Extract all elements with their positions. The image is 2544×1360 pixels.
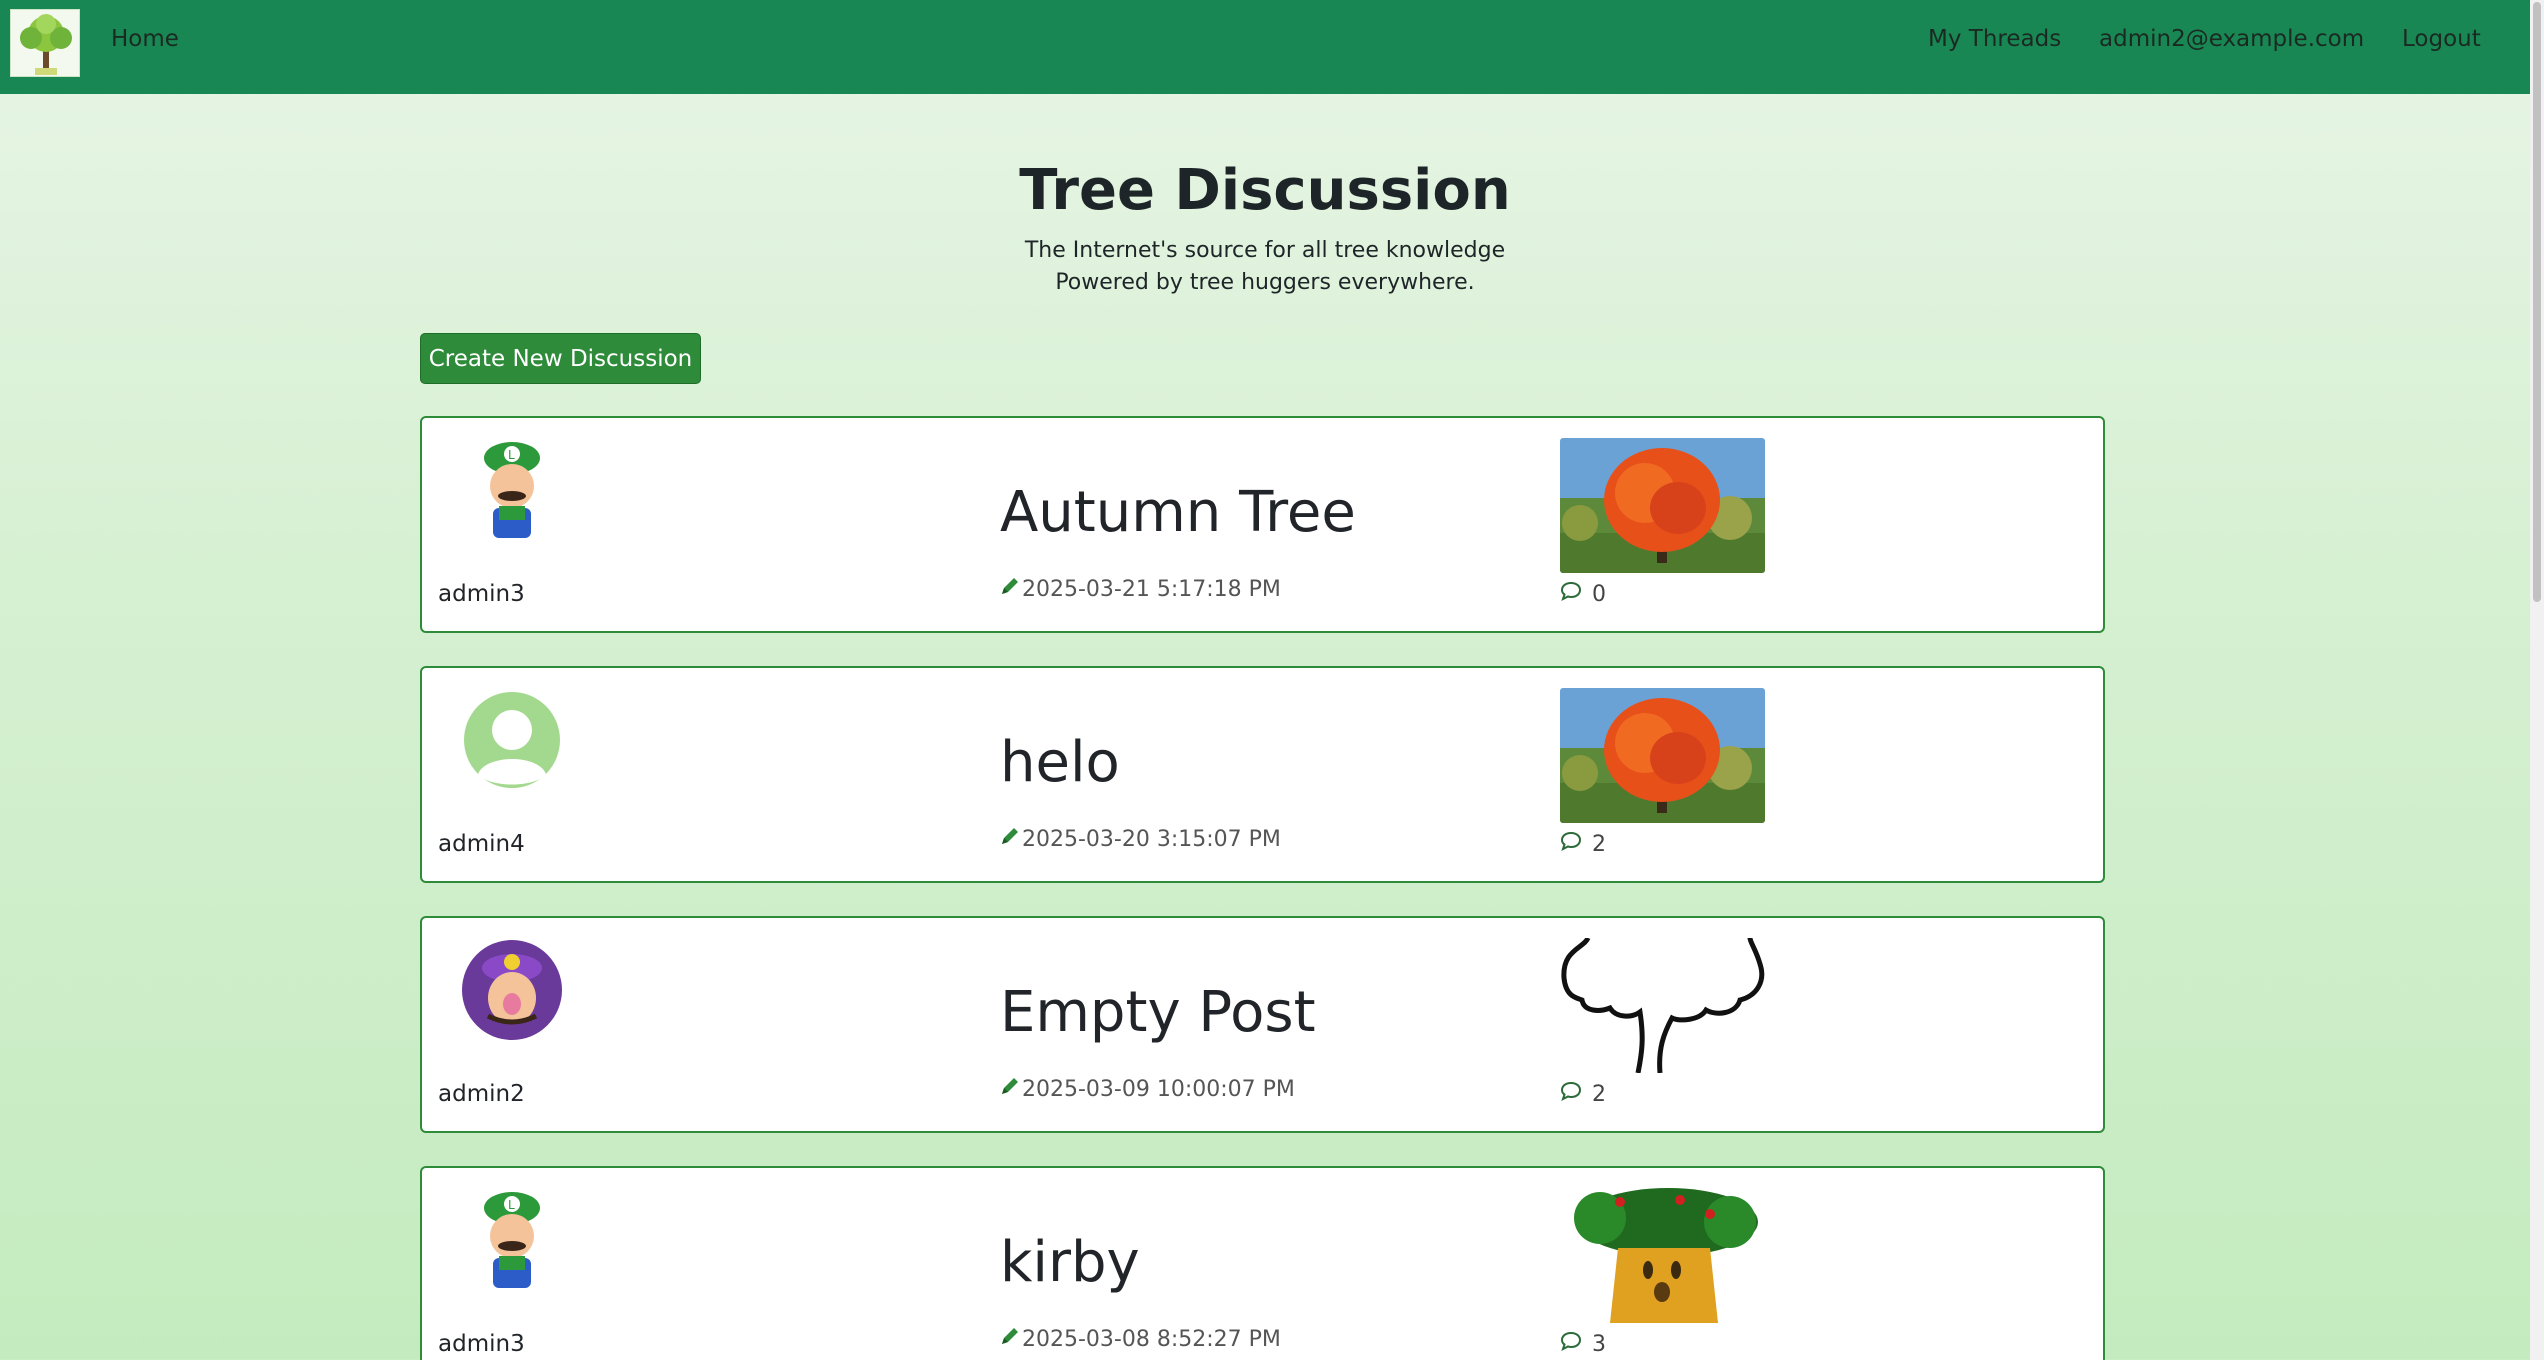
page-scrollbar[interactable]	[2530, 0, 2544, 1360]
thread-title-link[interactable]: helo	[1000, 730, 1120, 795]
thread-card[interactable]: L admin3 Autumn Tree 2025-03-21 5:17:18 …	[420, 416, 2105, 633]
thread-author: admin2	[438, 1081, 525, 1107]
thread-card[interactable]: admin2 Empty Post 2025-03-09 10:00:07 PM…	[420, 916, 2105, 1133]
thread-title-link[interactable]: kirby	[1000, 1230, 1140, 1295]
page-title: Tree Discussion	[1019, 158, 1511, 223]
nav-my-threads-link[interactable]: My Threads	[1928, 26, 2061, 52]
comment-icon	[1560, 831, 1582, 857]
thread-thumbnail-tree-outline[interactable]	[1560, 938, 1765, 1073]
thread-card[interactable]: admin4 helo 2025-03-20 3:15:07 PM 2	[420, 666, 2105, 883]
thread-thumbnail-whispy-woods[interactable]	[1560, 1188, 1765, 1323]
pencil-icon	[1000, 1076, 1020, 1102]
svg-text:L: L	[508, 448, 515, 462]
avatar: L	[460, 1188, 564, 1292]
avatar	[460, 938, 564, 1042]
thread-card[interactable]: L admin3 kirby 2025-03-08 8:52:27 PM 3	[420, 1166, 2105, 1360]
comment-count-value: 3	[1592, 1331, 1606, 1357]
page-subtitle-line2: Powered by tree huggers everywhere.	[1055, 270, 1475, 295]
nav-logout-link[interactable]: Logout	[2402, 26, 2481, 52]
comment-count: 2	[1560, 831, 1606, 857]
thread-author: admin3	[438, 1331, 525, 1357]
comment-count: 3	[1560, 1331, 1606, 1357]
thread-date-text: 2025-03-09 10:00:07 PM	[1022, 1076, 1295, 1102]
comment-icon	[1560, 1081, 1582, 1107]
thread-thumbnail-autumn-tree[interactable]	[1560, 438, 1765, 573]
page-subtitle-line1: The Internet's source for all tree knowl…	[1024, 238, 1506, 263]
thread-thumbnail-autumn-tree[interactable]	[1560, 688, 1765, 823]
comment-count: 0	[1560, 581, 1606, 607]
thread-date: 2025-03-20 3:15:07 PM	[1000, 826, 1281, 852]
thread-title-link[interactable]: Autumn Tree	[1000, 480, 1356, 545]
comment-count-value: 0	[1592, 581, 1606, 607]
thread-date-text: 2025-03-21 5:17:18 PM	[1022, 576, 1281, 602]
comment-count-value: 2	[1592, 1081, 1606, 1107]
comment-icon	[1560, 581, 1582, 607]
nav-home-link[interactable]: Home	[111, 26, 179, 52]
thread-author: admin3	[438, 581, 525, 607]
thread-date: 2025-03-09 10:00:07 PM	[1000, 1076, 1295, 1102]
nav-user-email-link[interactable]: admin2@example.com	[2099, 26, 2364, 52]
thread-date-text: 2025-03-08 8:52:27 PM	[1022, 1326, 1281, 1352]
avatar: L	[460, 438, 564, 542]
thread-date-text: 2025-03-20 3:15:07 PM	[1022, 826, 1281, 852]
comment-count: 2	[1560, 1081, 1606, 1107]
pencil-icon	[1000, 826, 1020, 852]
thread-author: admin4	[438, 831, 525, 857]
comment-icon	[1560, 1331, 1582, 1357]
thread-title-link[interactable]: Empty Post	[1000, 980, 1316, 1045]
pencil-icon	[1000, 576, 1020, 602]
create-new-discussion-button[interactable]: Create New Discussion	[420, 333, 701, 384]
avatar	[460, 688, 564, 792]
navbar: Home My Threads admin2@example.com Logou…	[0, 0, 2530, 94]
thread-date: 2025-03-08 8:52:27 PM	[1000, 1326, 1281, 1352]
scrollbar-thumb[interactable]	[2533, 2, 2541, 602]
thread-date: 2025-03-21 5:17:18 PM	[1000, 576, 1281, 602]
pencil-icon	[1000, 1326, 1020, 1352]
comment-count-value: 2	[1592, 831, 1606, 857]
svg-text:L: L	[508, 1198, 515, 1212]
tree-logo[interactable]	[10, 9, 80, 77]
